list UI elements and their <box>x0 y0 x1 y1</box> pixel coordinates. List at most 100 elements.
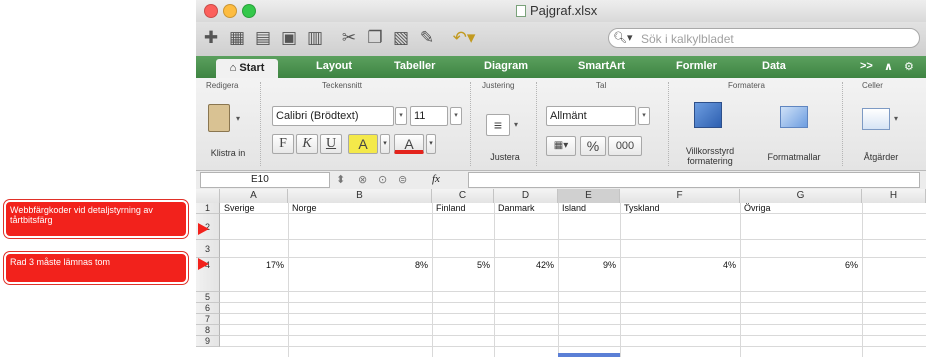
close-window-button[interactable] <box>204 4 218 18</box>
tab-smartart[interactable]: SmartArt <box>578 60 625 72</box>
name-box[interactable]: E10 <box>200 172 330 188</box>
fill-color-dropdown-icon[interactable]: ▾ <box>380 134 390 154</box>
gridline <box>288 203 289 357</box>
paste-button[interactable]: ▾ Klistra in <box>204 100 252 160</box>
tab-start[interactable]: ⌂ Start <box>216 59 278 78</box>
font-size-select[interactable]: 11 <box>410 106 448 126</box>
tab-layout[interactable]: Layout <box>316 60 352 72</box>
collapse-ribbon-icon[interactable]: ∧ <box>884 60 893 73</box>
open-folder-icon[interactable]: ▤ <box>252 27 274 49</box>
sheet-search-box[interactable]: 🔍︎▾ <box>608 28 920 48</box>
italic-button[interactable]: K <box>296 134 318 154</box>
cell-g4[interactable]: 6% <box>740 260 858 271</box>
currency-format-button[interactable]: ▦▾ <box>546 136 576 156</box>
select-all-corner[interactable] <box>196 189 220 203</box>
cell-g1[interactable]: Övriga <box>744 203 771 214</box>
row-header-6[interactable]: 6 <box>196 303 220 314</box>
equals-icon[interactable]: ⊜ <box>398 173 407 186</box>
dropdown-arrow-icon: ▾ <box>894 114 899 123</box>
tab-formulas[interactable]: Formler <box>676 60 717 72</box>
spreadsheet-grid[interactable]: 1 2 3 4 5 6 7 8 9 Sverige Norge Finland … <box>196 203 926 357</box>
percent-style-button[interactable]: % <box>580 136 606 156</box>
styles-button[interactable]: Formatmallar <box>752 98 836 168</box>
cell-a4[interactable]: 17% <box>220 260 284 271</box>
save-icon[interactable]: ▣ <box>278 27 300 49</box>
group-label-number: Tal <box>596 81 607 90</box>
cell-e4[interactable]: 9% <box>558 260 616 271</box>
column-header-g[interactable]: G <box>740 189 862 203</box>
thousands-separator-button[interactable]: 000 <box>608 136 642 156</box>
conditional-formatting-button[interactable]: Villkorsstyrd formatering <box>674 98 746 168</box>
number-format-select[interactable]: Allmänt <box>546 106 636 126</box>
font-name-select[interactable]: Calibri (Brödtext) <box>272 106 394 126</box>
column-header-d[interactable]: D <box>494 189 558 203</box>
cell-f4[interactable]: 4% <box>620 260 736 271</box>
zoom-window-button[interactable] <box>242 4 256 18</box>
fill-color-button[interactable]: A <box>348 134 378 154</box>
cut-icon[interactable]: ✂ <box>338 27 360 49</box>
underline-button[interactable]: U <box>320 134 342 154</box>
cell-d1[interactable]: Danmark <box>498 203 535 214</box>
clipboard-icon <box>208 104 230 132</box>
minimize-window-button[interactable] <box>223 4 237 18</box>
cell-e1[interactable]: Island <box>562 203 586 214</box>
font-size-dropdown-icon[interactable]: ▾ <box>450 107 462 125</box>
active-cell-e10[interactable] <box>558 353 620 357</box>
copy-icon[interactable]: ❐ <box>364 27 386 49</box>
column-header-h[interactable]: H <box>862 189 926 203</box>
group-label-font: Teckensnitt <box>322 81 363 90</box>
tab-tables[interactable]: Tabeller <box>394 60 435 72</box>
xlsx-document-icon <box>516 4 526 17</box>
font-color-dropdown-icon[interactable]: ▾ <box>426 134 436 154</box>
cell-b1[interactable]: Norge <box>292 203 317 214</box>
search-input[interactable] <box>639 30 913 48</box>
cell-b4[interactable]: 8% <box>288 260 428 271</box>
gridline <box>220 346 926 347</box>
template-gallery-icon[interactable]: ▦ <box>226 27 248 49</box>
row-header-5[interactable]: 5 <box>196 292 220 303</box>
column-header-f[interactable]: F <box>620 189 740 203</box>
align-button[interactable]: ≡ ▾ Justera <box>478 100 532 164</box>
row-header-7[interactable]: 7 <box>196 314 220 325</box>
font-name-dropdown-icon[interactable]: ▾ <box>395 107 407 125</box>
column-header-b[interactable]: B <box>288 189 432 203</box>
font-color-button[interactable]: A <box>394 134 424 154</box>
excel-window: Pajgraf.xlsx ✚ ▦ ▤ ▣ ▥ ✂ ❐ ▧ ✎ ↶▾ 🔍︎▾ ⌂ … <box>196 0 926 357</box>
tabs-overflow-icon[interactable]: >> <box>860 60 873 72</box>
cell-f1[interactable]: Tyskland <box>624 203 660 214</box>
paste-icon[interactable]: ▧ <box>390 27 412 49</box>
tab-data[interactable]: Data <box>762 60 786 72</box>
row-header-1[interactable]: 1 <box>196 203 220 214</box>
confirm-entry-icon[interactable]: ⊙ <box>378 173 387 186</box>
column-header-c[interactable]: C <box>432 189 494 203</box>
row-header-8[interactable]: 8 <box>196 325 220 336</box>
styles-brush-icon <box>780 106 808 128</box>
cell-c4[interactable]: 5% <box>432 260 490 271</box>
row-header-9[interactable]: 9 <box>196 336 220 347</box>
undo-icon[interactable]: ↶▾ <box>448 27 480 49</box>
gridline <box>620 203 621 357</box>
cell-c1[interactable]: Finland <box>436 203 466 214</box>
bold-button[interactable]: F <box>272 134 294 154</box>
paste-label: Klistra in <box>210 148 246 158</box>
gridline <box>220 302 926 303</box>
formula-input[interactable] <box>468 172 920 188</box>
format-painter-icon[interactable]: ✎ <box>416 27 438 49</box>
insert-function-icon[interactable]: fx <box>432 173 440 185</box>
print-icon[interactable]: ▥ <box>304 27 326 49</box>
settings-gear-icon[interactable]: ⚙ <box>904 60 914 73</box>
row-header-3[interactable]: 3 <box>196 240 220 258</box>
cell-d4[interactable]: 42% <box>494 260 554 271</box>
cancel-entry-icon[interactable]: ⊗ <box>358 173 367 186</box>
ribbon-tab-bar: ⌂ Start Layout Tabeller Diagram SmartArt… <box>196 56 926 78</box>
callout-arrow-icon <box>198 223 209 235</box>
gridline <box>220 324 926 325</box>
column-header-e[interactable]: E <box>558 189 620 203</box>
cell-a1[interactable]: Sverige <box>224 203 255 214</box>
number-format-dropdown-icon[interactable]: ▾ <box>638 107 650 125</box>
name-box-stepper-icon[interactable]: ⬍ <box>336 173 345 186</box>
tab-charts[interactable]: Diagram <box>484 60 528 72</box>
cell-actions-button[interactable]: ▾ Åtgärder <box>848 98 914 168</box>
new-document-icon[interactable]: ✚ <box>200 27 222 49</box>
column-header-a[interactable]: A <box>220 189 288 203</box>
